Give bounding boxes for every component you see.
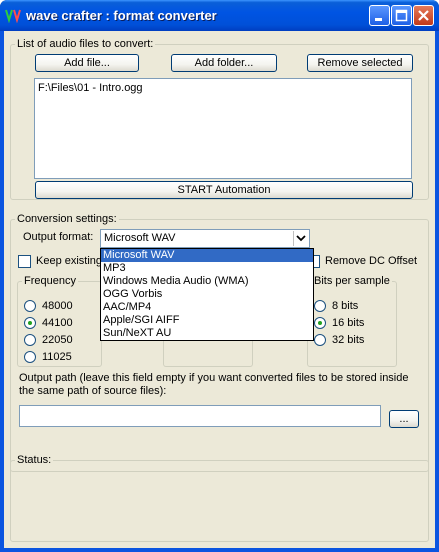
format-option-microsoft-wav[interactable]: Microsoft WAV bbox=[101, 249, 313, 262]
radio-8-bits[interactable] bbox=[314, 300, 326, 312]
radio-44100-label: 44100 bbox=[42, 317, 73, 329]
format-option-ogg-vorbis[interactable]: OGG Vorbis bbox=[101, 288, 313, 301]
radio-48000-label: 48000 bbox=[42, 300, 73, 312]
chevron-down-icon bbox=[296, 235, 306, 242]
conversion-settings-legend: Conversion settings: bbox=[15, 213, 119, 226]
format-option-wma[interactable]: Windows Media Audio (WMA) bbox=[101, 275, 313, 288]
radio-22050-label: 22050 bbox=[42, 334, 73, 346]
files-group: List of audio files to convert: Add file… bbox=[10, 38, 429, 200]
dropdown-button[interactable] bbox=[293, 231, 308, 246]
close-button[interactable] bbox=[413, 5, 434, 26]
conversion-settings-group: Conversion settings: Output format: Micr… bbox=[10, 213, 429, 472]
files-listbox[interactable]: F:\Files\01 - Intro.ogg bbox=[34, 78, 412, 179]
status-legend: Status: bbox=[15, 454, 54, 467]
keep-existing-checkbox[interactable] bbox=[18, 255, 31, 268]
window-title: wave crafter : format converter bbox=[26, 8, 217, 23]
window-frame-bottom bbox=[0, 548, 439, 552]
radio-16-bits-label: 16 bits bbox=[332, 317, 365, 329]
format-option-aiff[interactable]: Apple/SGI AIFF bbox=[101, 314, 313, 327]
radio-22050[interactable] bbox=[24, 334, 36, 346]
radio-32-bits[interactable] bbox=[314, 334, 326, 346]
format-option-mp3[interactable]: MP3 bbox=[101, 262, 313, 275]
output-format-dropdown-list[interactable]: Microsoft WAV MP3 Windows Media Audio (W… bbox=[100, 248, 314, 341]
browse-button[interactable]: ... bbox=[389, 410, 419, 428]
output-format-select[interactable]: Microsoft WAV bbox=[100, 229, 310, 248]
output-format-value: Microsoft WAV bbox=[104, 232, 176, 244]
status-group: Status: bbox=[10, 454, 429, 542]
output-format-label: Output format: bbox=[23, 231, 94, 243]
radio-16-bits[interactable] bbox=[314, 317, 326, 329]
radio-8-bits-label: 8 bits bbox=[332, 300, 359, 312]
format-option-sun-au[interactable]: Sun/NeXT AU bbox=[101, 327, 313, 340]
radio-11025[interactable] bbox=[24, 351, 36, 363]
remove-selected-button[interactable]: Remove selected bbox=[307, 54, 413, 72]
app-window: wave crafter : format converter List of … bbox=[0, 0, 439, 552]
list-item[interactable]: F:\Files\01 - Intro.ogg bbox=[38, 82, 143, 94]
output-path-label: Output path (leave this field empty if y… bbox=[19, 372, 409, 397]
close-icon bbox=[418, 10, 429, 21]
add-file-button[interactable]: Add file... bbox=[35, 54, 139, 72]
maximize-icon bbox=[395, 9, 408, 22]
radio-44100[interactable] bbox=[24, 317, 36, 329]
maximize-button[interactable] bbox=[391, 5, 412, 26]
title-bar[interactable]: wave crafter : format converter bbox=[0, 0, 439, 31]
bits-per-sample-group: Bits per sample 8 bits 16 bits 32 bits bbox=[307, 275, 397, 367]
remove-dc-offset-label: Remove DC Offset bbox=[325, 255, 418, 267]
radio-48000[interactable] bbox=[24, 300, 36, 312]
frequency-group: Frequency 48000 44100 22050 11025 bbox=[17, 275, 102, 367]
output-path-input[interactable] bbox=[19, 405, 381, 427]
start-automation-button[interactable]: START Automation bbox=[35, 181, 413, 199]
bits-per-sample-legend: Bits per sample bbox=[312, 275, 392, 288]
client-area: List of audio files to convert: Add file… bbox=[4, 31, 435, 548]
window-frame-right bbox=[435, 31, 439, 552]
minimize-button[interactable] bbox=[369, 5, 390, 26]
minimize-icon bbox=[375, 18, 382, 21]
frequency-legend: Frequency bbox=[22, 275, 78, 288]
keep-existing-label: Keep existing bbox=[36, 255, 103, 267]
files-group-legend: List of audio files to convert: bbox=[15, 38, 156, 51]
format-option-aac-mp4[interactable]: AAC/MP4 bbox=[101, 301, 313, 314]
radio-32-bits-label: 32 bits bbox=[332, 334, 365, 346]
radio-11025-label: 11025 bbox=[42, 351, 72, 363]
app-logo-icon bbox=[5, 9, 21, 23]
add-folder-button[interactable]: Add folder... bbox=[171, 54, 277, 72]
